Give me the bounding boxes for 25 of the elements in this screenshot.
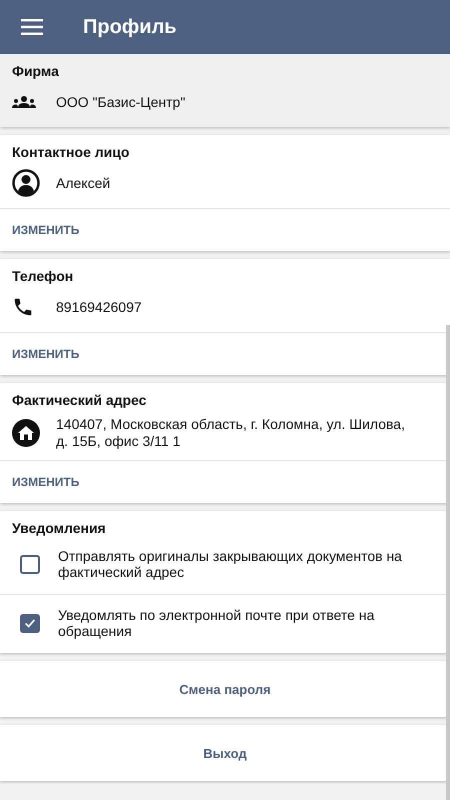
phone-icon: [12, 296, 34, 318]
checkbox[interactable]: [20, 614, 40, 632]
checkbox-label: Отправлять оригиналы закрывающих документов на фактический адрес: [58, 548, 403, 580]
section-title: Фактический адрес: [11, 391, 148, 408]
group-icon: [12, 96, 36, 108]
section-title: Фирма: [11, 62, 60, 79]
field-value: ООО "Базис-Центр": [56, 94, 186, 110]
edit-button[interactable]: ИЗМЕНИТЬ: [0, 461, 92, 503]
scrollbar[interactable]: [446, 325, 450, 800]
person-icon: [12, 169, 40, 197]
home-icon: [12, 419, 40, 447]
checkbox-label: Уведомлять по электронной почте при ответе на обращения: [58, 607, 376, 639]
edit-button[interactable]: ИЗМЕНИТЬ: [0, 209, 92, 251]
edit-button[interactable]: ИЗМЕНИТЬ: [0, 333, 92, 375]
action-button[interactable]: Смена пароля: [163, 674, 287, 704]
section-title: Телефон: [11, 267, 74, 284]
field-value: Алексей: [56, 174, 112, 192]
field-value: 89169426097: [56, 298, 143, 316]
checkbox[interactable]: [20, 554, 40, 574]
action-button[interactable]: Выход: [187, 738, 263, 768]
menu-icon[interactable]: [21, 19, 43, 35]
field-value: 140407, Московская область, г. Коломна, ул. Шилова, д. 15Б, офис 3/11 1: [56, 416, 406, 450]
section-title: Контактное лицо: [11, 143, 130, 160]
screen-title: Профиль: [83, 16, 177, 38]
section-title: Уведомления: [11, 519, 107, 536]
